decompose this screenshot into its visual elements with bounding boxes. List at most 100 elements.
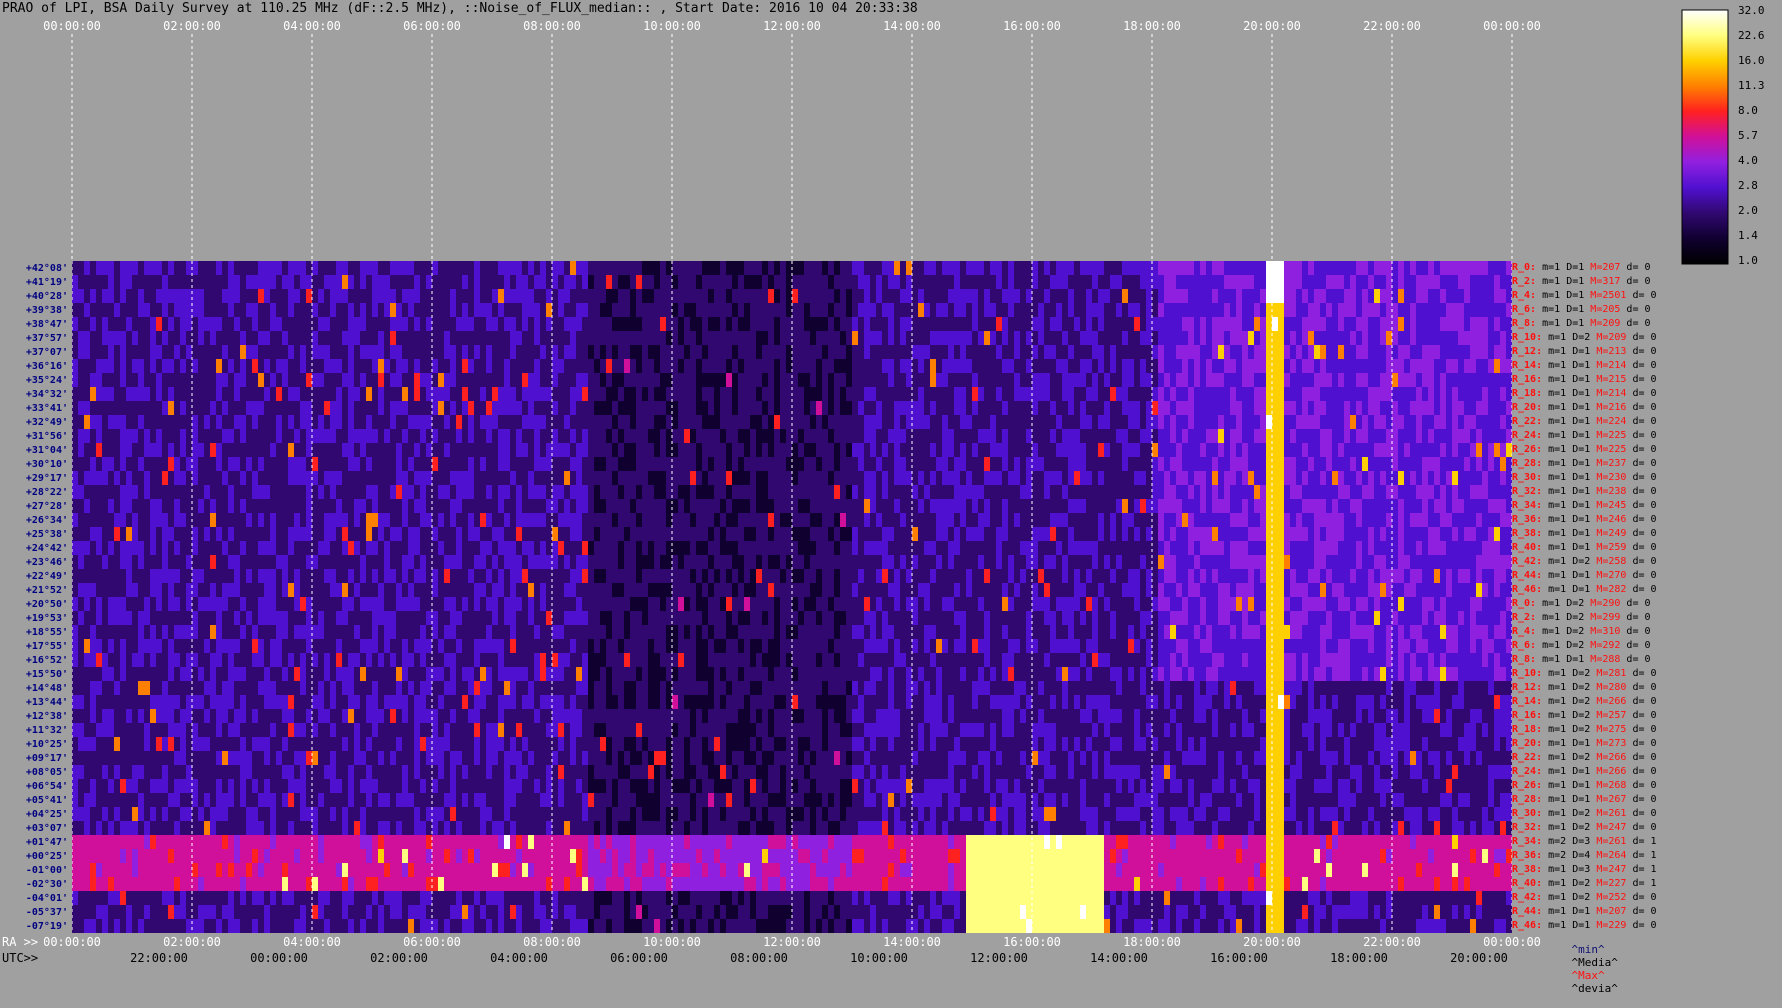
- heatmap-cell: [1476, 331, 1482, 345]
- heatmap-cell: [246, 415, 252, 429]
- heatmap-cell: [876, 303, 882, 317]
- heatmap-cell: [738, 303, 744, 317]
- heatmap-cell: [678, 485, 684, 499]
- heatmap-cell: [1398, 275, 1404, 289]
- heatmap-cell: [144, 331, 150, 345]
- heatmap-cell: [1074, 303, 1080, 317]
- heatmap-cell: [408, 457, 414, 471]
- heatmap-cell: [780, 317, 786, 331]
- heatmap-cell: [1452, 443, 1458, 457]
- heatmap-cell: [762, 415, 768, 429]
- heatmap-cell: [954, 499, 960, 513]
- heatmap-cell: [1416, 513, 1422, 527]
- heatmap-cell: [894, 499, 900, 513]
- heatmap-cell: [636, 345, 642, 359]
- heatmap-cell: [426, 415, 432, 429]
- heatmap-cell: [810, 317, 816, 331]
- heatmap-cell: [1218, 429, 1224, 443]
- heatmap-cell: [1260, 331, 1266, 345]
- heatmap-cell: [1470, 429, 1476, 443]
- heatmap-cell: [1338, 275, 1344, 289]
- heatmap-cell: [162, 261, 168, 275]
- heatmap-cell: [1194, 401, 1200, 415]
- heatmap-cell: [1380, 387, 1386, 401]
- heatmap-cell: [1464, 415, 1470, 429]
- heatmap-cell: [714, 457, 720, 471]
- heatmap-cell: [1428, 429, 1434, 443]
- heatmap-cell: [1056, 485, 1062, 499]
- heatmap-cell: [900, 485, 906, 499]
- heatmap-cell: [1050, 513, 1056, 527]
- heatmap-cell: [1074, 261, 1080, 275]
- heatmap-cell: [1494, 317, 1500, 331]
- heatmap-cell: [1446, 513, 1452, 527]
- heatmap-cell: [678, 513, 684, 527]
- heatmap-cell: [168, 443, 174, 457]
- heatmap-cell: [1398, 443, 1404, 457]
- heatmap-cell: [1194, 261, 1200, 275]
- heatmap-cell: [120, 527, 126, 541]
- heatmap-cell: [1296, 387, 1302, 401]
- heatmap-cell: [984, 471, 990, 485]
- heatmap-cell: [258, 331, 264, 345]
- heatmap-cell: [288, 485, 294, 499]
- heatmap-cell: [1032, 429, 1038, 443]
- heatmap-cell: [372, 345, 378, 359]
- heatmap-cell: [774, 415, 780, 429]
- heatmap-cell: [864, 415, 870, 429]
- heatmap-cell: [1290, 303, 1296, 317]
- heatmap-cell: [1272, 471, 1278, 485]
- heatmap-cell: [642, 387, 648, 401]
- heatmap-cell: [852, 429, 858, 443]
- heatmap-cell: [1038, 261, 1044, 275]
- heatmap-cell: [360, 471, 366, 485]
- heatmap-cell: [1332, 527, 1338, 541]
- heatmap-cell: [1200, 261, 1206, 275]
- heatmap-cell: [1302, 527, 1308, 541]
- heatmap-cell: [312, 443, 318, 457]
- heatmap-cell: [1170, 331, 1176, 345]
- heatmap-cell: [984, 261, 990, 275]
- heatmap-cell: [282, 541, 288, 555]
- heatmap-cell: [462, 485, 468, 499]
- heatmap-cell: [828, 443, 834, 457]
- heatmap-cell: [990, 443, 996, 457]
- heatmap-cell: [774, 541, 780, 555]
- heatmap-cell: [1248, 513, 1254, 527]
- heatmap-cell: [720, 275, 726, 289]
- heatmap-cell: [1458, 457, 1464, 471]
- heatmap-cell: [810, 401, 816, 415]
- heatmap-cell: [156, 345, 162, 359]
- heatmap-cell: [474, 303, 480, 317]
- heatmap-cell: [834, 513, 840, 527]
- heatmap-cell: [774, 303, 780, 317]
- heatmap-cell: [666, 331, 672, 345]
- heatmap-cell: [1104, 387, 1110, 401]
- heatmap-cell: [252, 471, 258, 485]
- heatmap-cell: [1014, 457, 1020, 471]
- heatmap-cell: [1116, 275, 1122, 289]
- heatmap-cell: [684, 415, 690, 429]
- heatmap-cell: [126, 261, 132, 275]
- heatmap-cell: [846, 499, 852, 513]
- heatmap-cell: [1158, 401, 1164, 415]
- heatmap-cell: [246, 499, 252, 513]
- heatmap-cell: [882, 261, 888, 275]
- heatmap-cell: [1278, 359, 1284, 373]
- heatmap-cell: [300, 471, 306, 485]
- heatmap-cell: [162, 289, 168, 303]
- heatmap-cell: [624, 345, 630, 359]
- heatmap-cell: [960, 527, 966, 541]
- heatmap-cell: [84, 415, 90, 429]
- heatmap-cell: [516, 499, 522, 513]
- heatmap-cell: [786, 415, 792, 429]
- heatmap-cell: [474, 289, 480, 303]
- heatmap-cell: [72, 541, 78, 555]
- heatmap-cell: [1116, 289, 1122, 303]
- heatmap-cell: [558, 429, 564, 443]
- heatmap-cell: [318, 541, 324, 555]
- heatmap-cell: [768, 401, 774, 415]
- heatmap-cell: [228, 303, 234, 317]
- heatmap-cell: [246, 485, 252, 499]
- heatmap-cell: [144, 485, 150, 499]
